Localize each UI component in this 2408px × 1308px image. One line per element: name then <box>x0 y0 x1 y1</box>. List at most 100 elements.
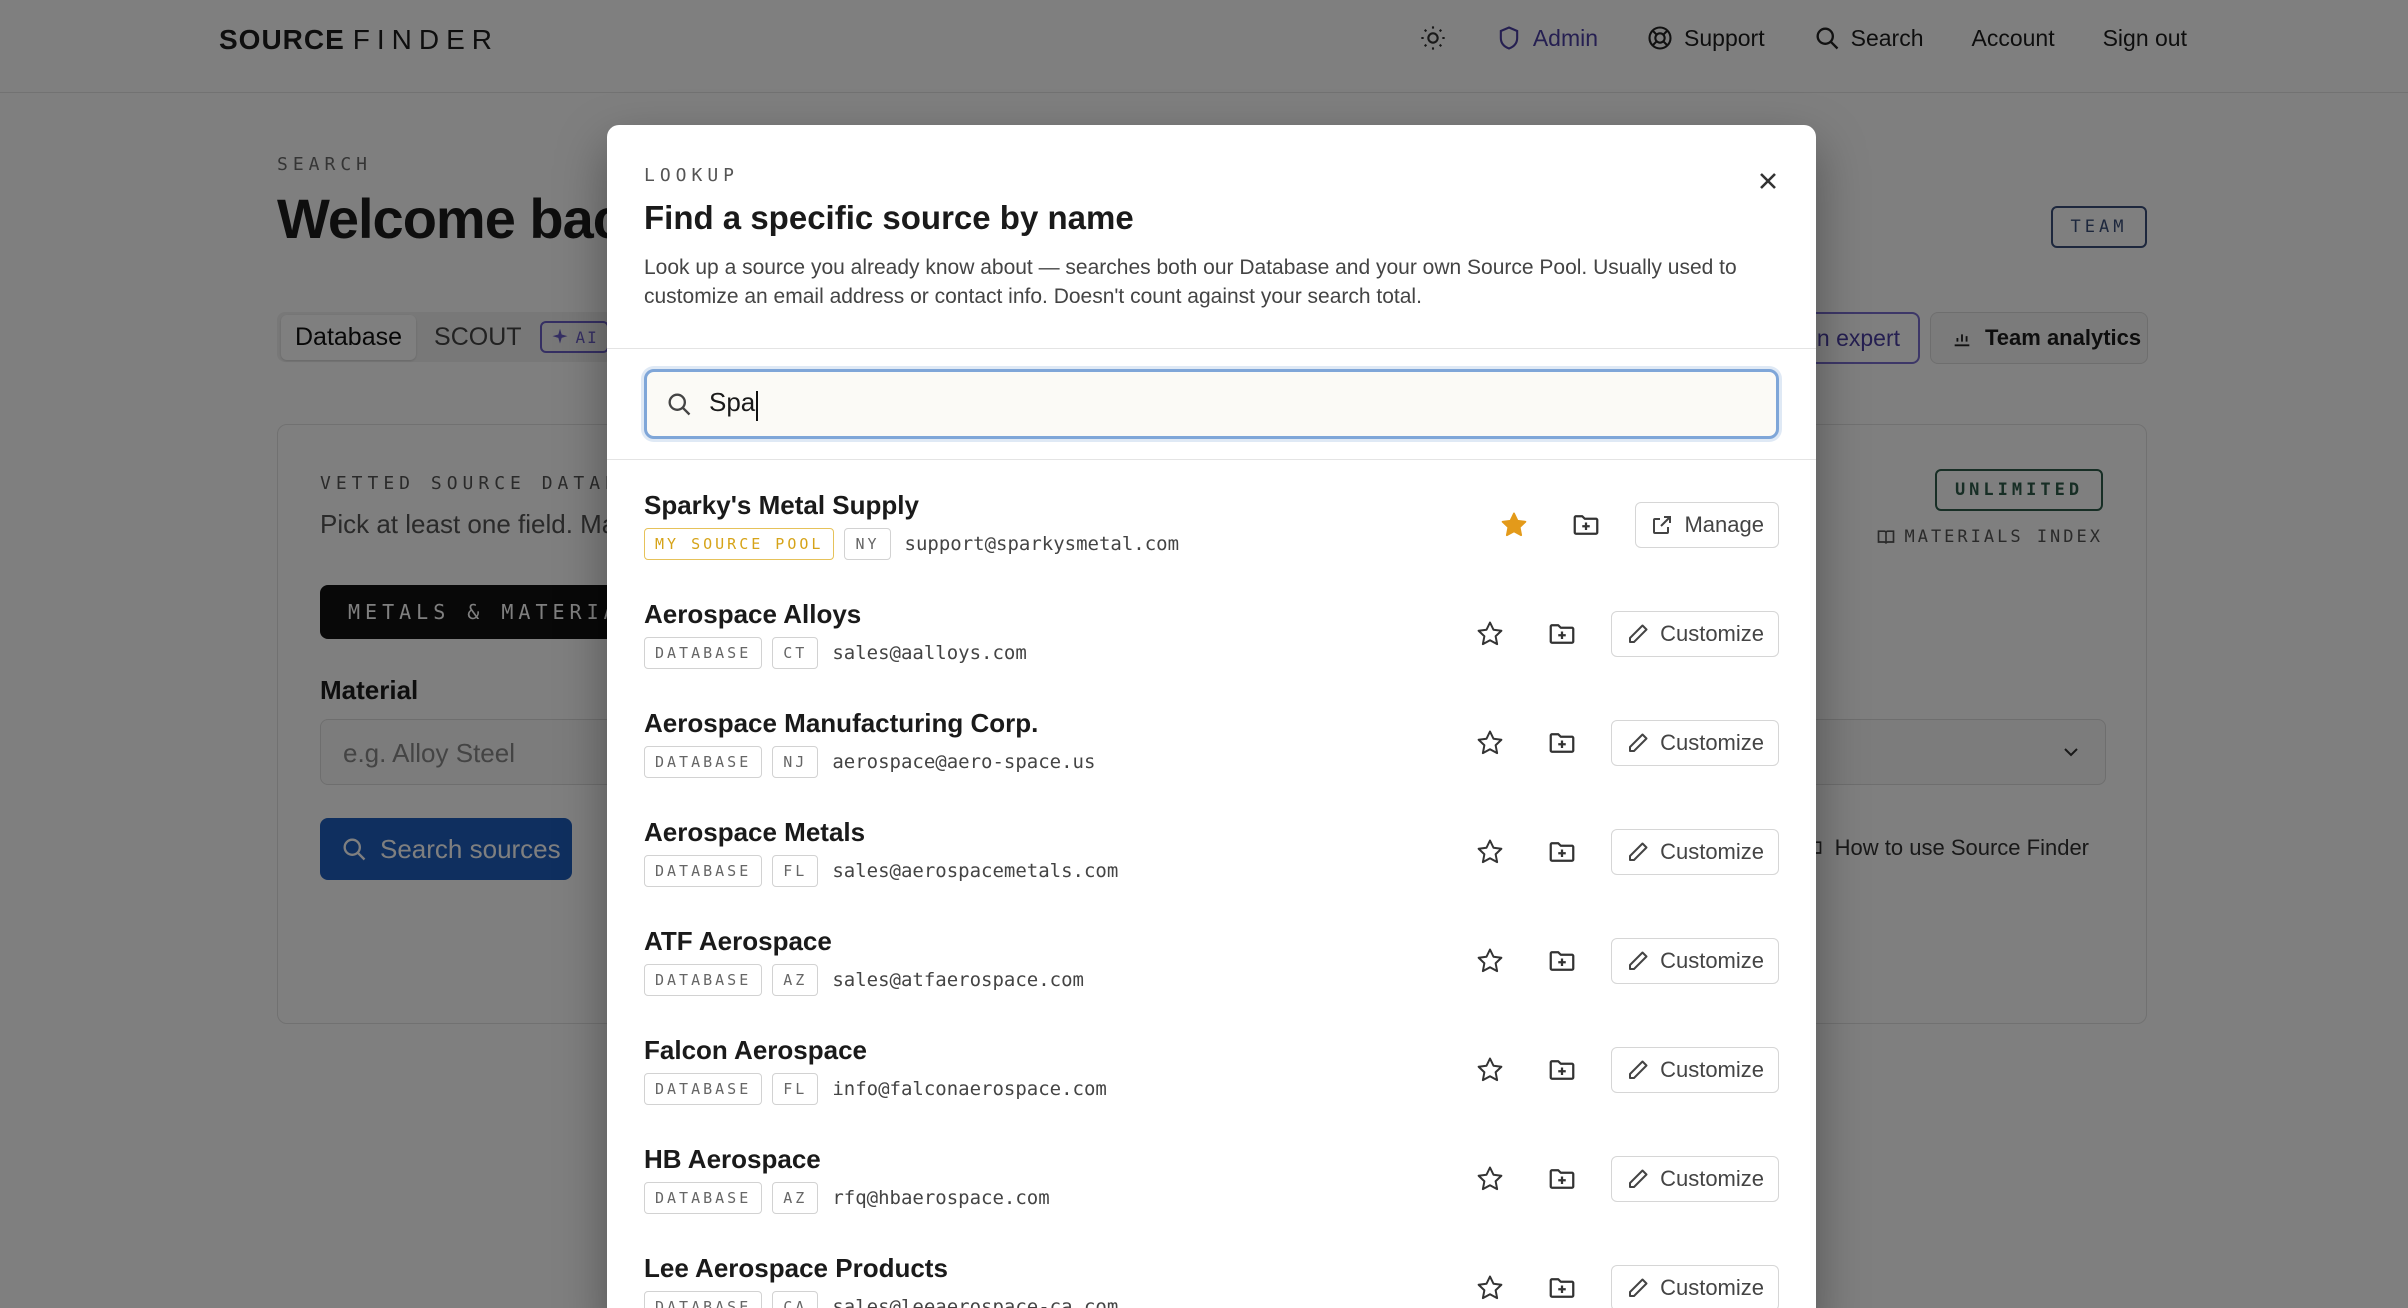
add-to-folder-button[interactable] <box>1539 1156 1585 1202</box>
result-name: Aerospace Metals <box>644 817 866 847</box>
pencil-icon <box>1629 1278 1648 1297</box>
customize-button[interactable]: Customize <box>1611 1265 1779 1308</box>
state-chip: NY <box>844 528 891 560</box>
result-meta: DATABASE AZ rfq@hbaerospace.com <box>644 1182 1050 1214</box>
result-meta: DATABASE CA sales@leeaerospace-ca.com <box>644 1291 1118 1308</box>
add-to-folder-button[interactable] <box>1539 720 1585 766</box>
search-icon <box>668 393 691 416</box>
folder-plus-icon <box>1549 624 1575 644</box>
source-chip: MY SOURCE POOL <box>644 528 835 560</box>
result-email: sales@aerospacemetals.com <box>832 860 1119 882</box>
favorite-button[interactable] <box>1467 1156 1513 1202</box>
add-to-folder-button[interactable] <box>1539 938 1585 984</box>
result-row[interactable]: Lee Aerospace Products DATABASE CA sales… <box>607 1238 1816 1308</box>
pencil-icon <box>1629 733 1648 752</box>
source-chip: DATABASE <box>644 1073 763 1105</box>
result-name: Falcon Aerospace <box>644 1035 868 1065</box>
favorite-button[interactable] <box>1467 938 1513 984</box>
result-row[interactable]: Aerospace Alloys DATABASE CT sales@aallo… <box>607 584 1816 693</box>
result-meta: MY SOURCE POOL NY support@sparkysmetal.c… <box>644 528 1179 560</box>
add-to-folder-button[interactable] <box>1539 1265 1585 1308</box>
manage-label: Manage <box>1684 512 1764 537</box>
add-to-folder-button[interactable] <box>1539 611 1585 657</box>
result-row[interactable]: Aerospace Metals DATABASE FL sales@aeros… <box>607 802 1816 911</box>
result-name: Lee Aerospace Products <box>644 1253 948 1283</box>
star-icon <box>1477 621 1503 646</box>
pencil-icon <box>1629 842 1648 861</box>
customize-button[interactable]: Customize <box>1611 611 1779 657</box>
favorite-button[interactable] <box>1467 829 1513 875</box>
folder-plus-icon <box>1549 1060 1575 1080</box>
star-icon <box>1477 839 1503 864</box>
pencil-icon <box>1629 1060 1648 1079</box>
result-meta: DATABASE FL info@falconaerospace.com <box>644 1073 1107 1105</box>
result-email: sales@atfaerospace.com <box>832 969 1084 991</box>
state-chip: AZ <box>772 964 819 996</box>
lookup-search-input[interactable]: Spa <box>644 369 1779 439</box>
customize-label: Customize <box>1660 1057 1764 1082</box>
state-chip: CT <box>772 637 819 669</box>
folder-plus-icon <box>1549 1169 1575 1189</box>
manage-button[interactable]: Manage <box>1635 502 1779 548</box>
result-name: Sparky's Metal Supply <box>644 490 919 520</box>
state-chip: AZ <box>772 1182 819 1214</box>
result-name: ATF Aerospace <box>644 926 832 956</box>
result-meta: DATABASE AZ sales@atfaerospace.com <box>644 964 1084 996</box>
close-icon[interactable] <box>1754 167 1782 195</box>
folder-plus-icon <box>1549 842 1575 862</box>
state-chip: FL <box>772 855 819 887</box>
result-actions: Customize <box>1467 938 1779 984</box>
customize-label: Customize <box>1660 730 1764 755</box>
customize-button[interactable]: Customize <box>1611 938 1779 984</box>
result-row[interactable]: HB Aerospace DATABASE AZ rfq@hbaerospace… <box>607 1129 1816 1238</box>
customize-label: Customize <box>1660 621 1764 646</box>
source-chip: DATABASE <box>644 1291 763 1308</box>
customize-label: Customize <box>1660 948 1764 973</box>
add-to-folder-button[interactable] <box>1563 502 1609 548</box>
divider <box>607 459 1816 460</box>
lookup-modal: LOOKUP Find a specific source by name Lo… <box>607 125 1816 1308</box>
pencil-icon <box>1629 951 1648 970</box>
result-actions: Customize <box>1467 1047 1779 1093</box>
add-to-folder-button[interactable] <box>1539 829 1585 875</box>
favorite-button[interactable] <box>1467 611 1513 657</box>
add-to-folder-button[interactable] <box>1539 1047 1585 1093</box>
favorite-button[interactable] <box>1467 1047 1513 1093</box>
result-email: info@falconaerospace.com <box>832 1078 1107 1100</box>
result-row[interactable]: Falcon Aerospace DATABASE FL info@falcon… <box>607 1020 1816 1129</box>
modal-title: Find a specific source by name <box>644 199 1134 236</box>
favorite-button[interactable] <box>1467 720 1513 766</box>
result-name: Aerospace Manufacturing Corp. <box>644 708 1039 738</box>
result-row[interactable]: Sparky's Metal Supply MY SOURCE POOL NY … <box>607 475 1816 584</box>
star-icon <box>1477 1275 1503 1300</box>
result-meta: DATABASE NJ aerospace@aero-space.us <box>644 746 1095 778</box>
text-caret <box>756 391 759 422</box>
modal-eyebrow: LOOKUP <box>644 165 740 186</box>
customize-button[interactable]: Customize <box>1611 1047 1779 1093</box>
customize-button[interactable]: Customize <box>1611 829 1779 875</box>
source-chip: DATABASE <box>644 637 763 669</box>
results-list: Sparky's Metal Supply MY SOURCE POOL NY … <box>607 475 1816 1308</box>
source-chip: DATABASE <box>644 855 763 887</box>
source-chip: DATABASE <box>644 964 763 996</box>
source-chip: DATABASE <box>644 1182 763 1214</box>
result-meta: DATABASE CT sales@aalloys.com <box>644 637 1027 669</box>
pencil-icon <box>1629 624 1648 643</box>
result-email: rfq@hbaerospace.com <box>832 1187 1050 1209</box>
favorite-button[interactable] <box>1467 1265 1513 1308</box>
source-chip: DATABASE <box>644 746 763 778</box>
star-filled-icon <box>1502 512 1527 537</box>
modal-description: Look up a source you already know about … <box>644 256 1737 308</box>
result-name: HB Aerospace <box>644 1144 821 1174</box>
result-email: support@sparkysmetal.com <box>904 533 1180 555</box>
result-row[interactable]: Aerospace Manufacturing Corp. DATABASE N… <box>607 693 1816 802</box>
folder-plus-icon <box>1549 1278 1575 1298</box>
star-icon <box>1477 1057 1503 1082</box>
customize-label: Customize <box>1660 1166 1764 1191</box>
result-actions: Customize <box>1467 720 1779 766</box>
favorite-button[interactable] <box>1491 502 1537 548</box>
customize-button[interactable]: Customize <box>1611 720 1779 766</box>
customize-button[interactable]: Customize <box>1611 1156 1779 1202</box>
result-row[interactable]: ATF Aerospace DATABASE AZ sales@atfaeros… <box>607 911 1816 1020</box>
folder-plus-icon <box>1574 515 1599 535</box>
